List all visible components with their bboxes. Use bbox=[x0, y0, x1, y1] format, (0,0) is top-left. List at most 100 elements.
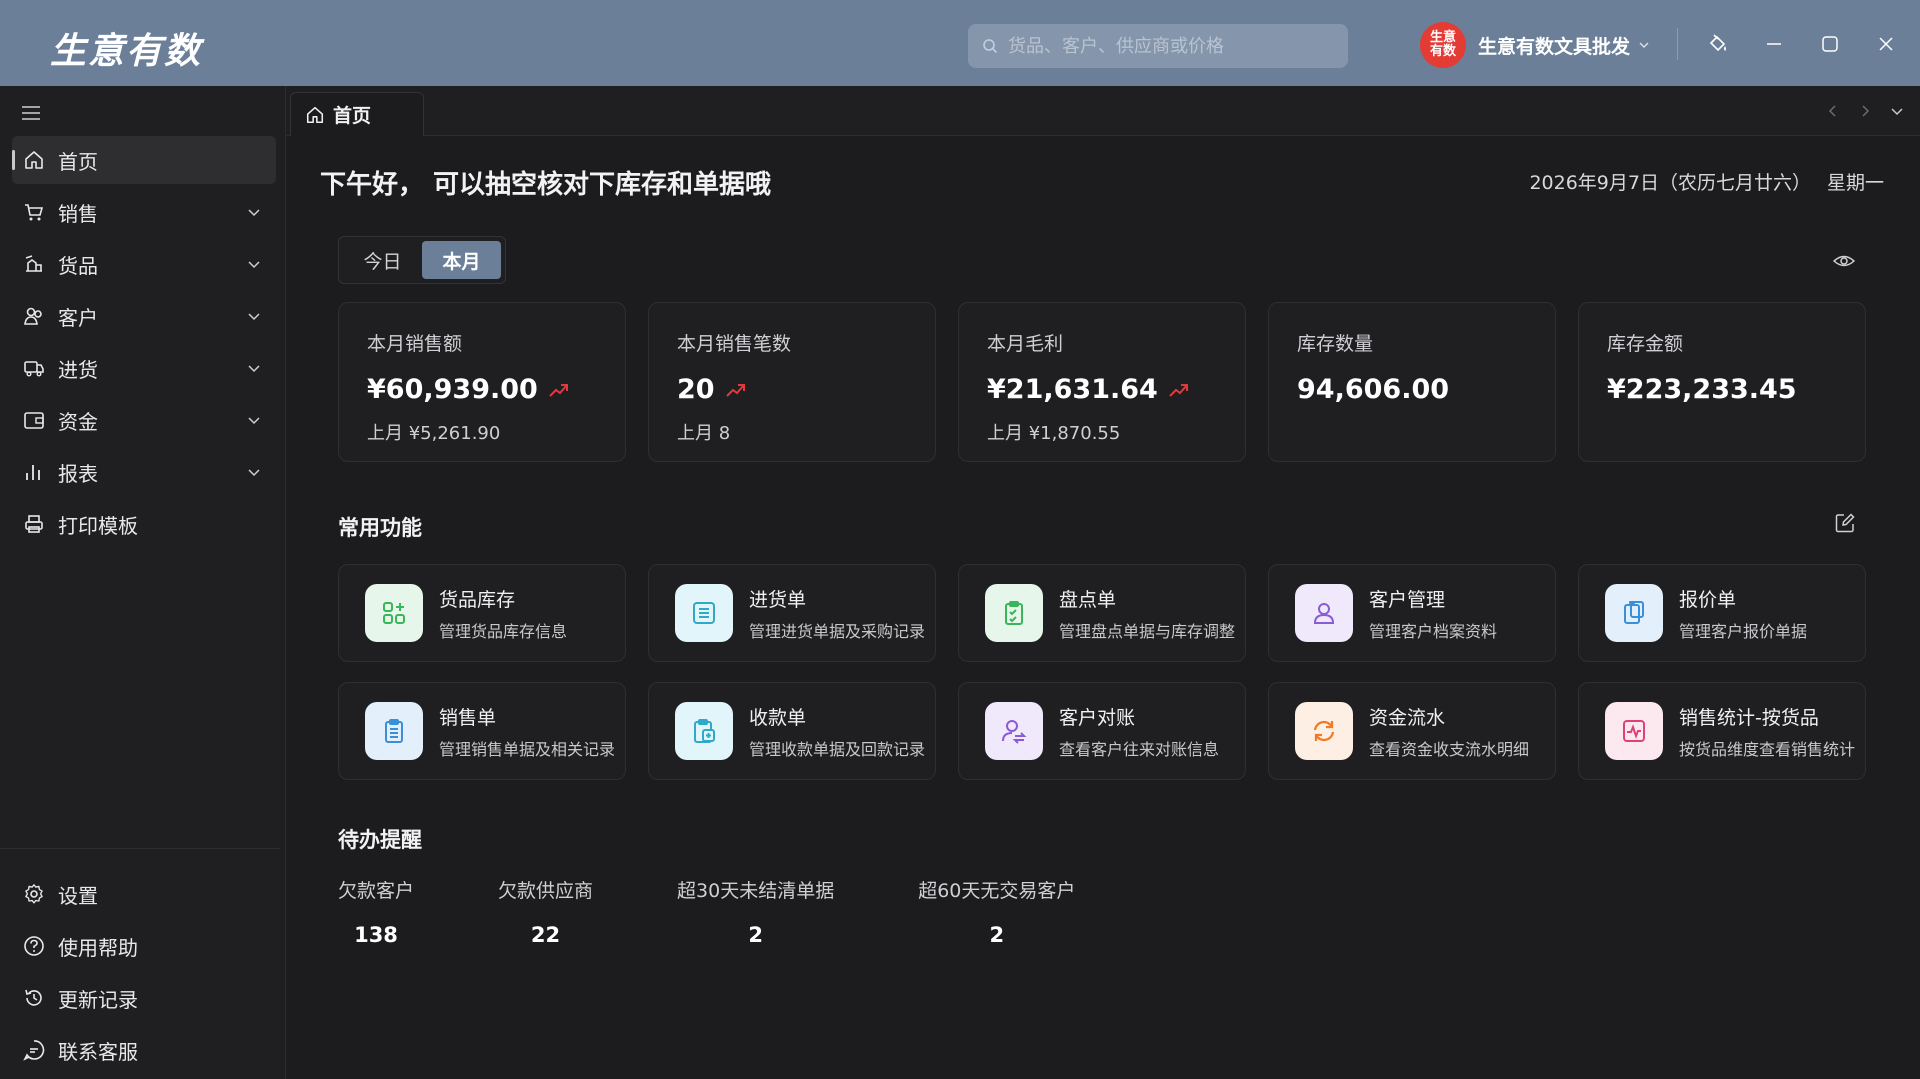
function-customer-reconciliation[interactable]: 客户对账 查看客户往来对账信息 bbox=[958, 682, 1246, 780]
stat-value-row: 20 bbox=[677, 374, 907, 405]
function-desc: 管理客户档案资料 bbox=[1369, 621, 1498, 641]
stat-previous: 上月 8 bbox=[677, 423, 731, 444]
chevron-down-icon[interactable] bbox=[1888, 102, 1906, 120]
todo-title: 待办提醒 bbox=[338, 828, 422, 852]
help-icon bbox=[22, 934, 46, 958]
sidebar-item-purchase[interactable]: 进货 bbox=[12, 344, 276, 392]
sidebar-item-customers[interactable]: 客户 bbox=[12, 292, 276, 340]
stat-value: 94,606.00 bbox=[1297, 374, 1450, 405]
function-text: 销售单 管理销售单据及相关记录 bbox=[439, 703, 617, 760]
function-quotation[interactable]: 报价单 管理客户报价单据 bbox=[1578, 564, 1866, 662]
function-title: 收款单 bbox=[749, 706, 807, 729]
chevron-right-icon[interactable] bbox=[1856, 102, 1874, 120]
main-nav: 首页 销售 货品 客户 进货 资金 报表 打印模板 bbox=[12, 136, 276, 552]
clipboard-list-icon bbox=[365, 702, 423, 760]
sidebar-item-sales[interactable]: 销售 bbox=[12, 188, 276, 236]
function-title: 盘点单 bbox=[1059, 588, 1117, 611]
function-title: 报价单 bbox=[1679, 588, 1737, 611]
sidebar-item-support[interactable]: 联系客服 bbox=[12, 1026, 276, 1074]
todo-item-indebted-customers[interactable]: 欠款客户 138 bbox=[338, 876, 414, 947]
function-desc: 管理客户报价单据 bbox=[1679, 621, 1808, 641]
stat-label: 本月销售笔数 bbox=[677, 333, 792, 355]
menu-toggle-icon[interactable] bbox=[20, 102, 42, 124]
tab-label: 首页 bbox=[333, 105, 372, 127]
period-switch: 今日 本月 bbox=[338, 236, 506, 284]
function-row: 货品库存 管理货品库存信息 进货单 管理进货单据及采购记录 盘点单 管理盘点单据… bbox=[338, 564, 1866, 662]
chevron-down-icon bbox=[248, 209, 260, 217]
stat-value: 20 bbox=[677, 374, 715, 405]
truck-icon bbox=[22, 356, 46, 380]
todo-item-inactive-60d[interactable]: 超60天无交易客户 2 bbox=[918, 876, 1075, 947]
list-document-icon bbox=[675, 584, 733, 642]
function-text: 资金流水 查看资金收支流水明细 bbox=[1369, 703, 1547, 760]
minimize-button[interactable] bbox=[1760, 30, 1788, 58]
close-button[interactable] bbox=[1872, 30, 1900, 58]
function-customer-management[interactable]: 客户管理 管理客户档案资料 bbox=[1268, 564, 1556, 662]
stat-card-month-sales: 本月销售额 ¥60,939.00 上月 ¥5,261.90 bbox=[338, 302, 626, 462]
sidebar-item-settings[interactable]: 设置 bbox=[12, 870, 276, 918]
function-purchase-order[interactable]: 进货单 管理进货单据及采购记录 bbox=[648, 564, 936, 662]
tab-home[interactable]: 首页 bbox=[290, 92, 424, 136]
theme-button[interactable] bbox=[1704, 30, 1732, 58]
sidebar-item-reports[interactable]: 报表 bbox=[12, 448, 276, 496]
divider bbox=[1677, 28, 1678, 60]
maximize-button[interactable] bbox=[1816, 30, 1844, 58]
printer-icon bbox=[22, 512, 46, 536]
eye-icon[interactable] bbox=[1832, 250, 1856, 272]
function-desc: 管理货品库存信息 bbox=[439, 621, 568, 641]
store-logo: 生意有数 bbox=[1420, 22, 1466, 68]
greeting-text: 下午好， 可以抽空核对下库存和单据哦 bbox=[320, 170, 772, 200]
sidebar-item-home[interactable]: 首页 bbox=[12, 136, 276, 184]
account-switcher[interactable]: 生意有数 生意有数文具批发 bbox=[1420, 22, 1650, 68]
clipboard-copy-icon bbox=[1605, 584, 1663, 642]
sidebar: 首页 销售 货品 客户 进货 资金 报表 打印模板 设置 使用帮助 更新记录 联… bbox=[0, 86, 286, 1079]
stat-card-stock-amount: 库存金额 ¥223,233.45 bbox=[1578, 302, 1866, 462]
stat-label: 库存数量 bbox=[1297, 333, 1374, 355]
function-text: 货品库存 管理货品库存信息 bbox=[439, 585, 617, 642]
minimize-icon bbox=[1767, 43, 1781, 45]
goods-icon bbox=[22, 252, 46, 276]
sidebar-item-goods[interactable]: 货品 bbox=[12, 240, 276, 288]
stat-card-month-orders: 本月销售笔数 20 上月 8 bbox=[648, 302, 936, 462]
user-exchange-icon bbox=[985, 702, 1043, 760]
todo-label: 欠款客户 bbox=[338, 880, 415, 902]
stat-previous: 上月 ¥1,870.55 bbox=[987, 423, 1121, 444]
stat-value: ¥60,939.00 bbox=[367, 374, 538, 405]
function-title: 进货单 bbox=[749, 588, 807, 611]
function-goods-stock[interactable]: 货品库存 管理货品库存信息 bbox=[338, 564, 626, 662]
function-desc: 管理收款单据及回款记录 bbox=[749, 739, 926, 759]
search-input[interactable] bbox=[1008, 35, 1328, 57]
sidebar-item-funds[interactable]: 资金 bbox=[12, 396, 276, 444]
tab-strip: 首页 bbox=[286, 86, 1920, 136]
todo-item-indebted-suppliers[interactable]: 欠款供应商 22 bbox=[498, 876, 593, 947]
period-month-button[interactable]: 本月 bbox=[422, 241, 501, 279]
functions-title: 常用功能 bbox=[338, 516, 422, 540]
sidebar-item-help[interactable]: 使用帮助 bbox=[12, 922, 276, 970]
period-today-button[interactable]: 今日 bbox=[343, 241, 422, 279]
sidebar-item-print-templates[interactable]: 打印模板 bbox=[12, 500, 276, 548]
function-receipt[interactable]: 收款单 管理收款单据及回款记录 bbox=[648, 682, 936, 780]
function-text: 盘点单 管理盘点单据与库存调整 bbox=[1059, 585, 1237, 642]
function-stocktake[interactable]: 盘点单 管理盘点单据与库存调整 bbox=[958, 564, 1246, 662]
function-text: 收款单 管理收款单据及回款记录 bbox=[749, 703, 927, 760]
chart-icon bbox=[22, 460, 46, 484]
bottom-nav: 设置 使用帮助 更新记录 联系客服 bbox=[12, 870, 276, 1078]
history-icon bbox=[22, 986, 46, 1010]
chevron-down-icon bbox=[248, 417, 260, 425]
function-text: 客户对账 查看客户往来对账信息 bbox=[1059, 703, 1237, 760]
wallet-icon bbox=[22, 408, 46, 432]
sidebar-item-changelog[interactable]: 更新记录 bbox=[12, 974, 276, 1022]
edit-icon[interactable] bbox=[1834, 512, 1856, 534]
sidebar-item-label: 资金 bbox=[58, 409, 98, 434]
chevron-left-icon[interactable] bbox=[1824, 102, 1842, 120]
refresh-icon bbox=[1295, 702, 1353, 760]
function-text: 客户管理 管理客户档案资料 bbox=[1369, 585, 1547, 642]
global-search[interactable] bbox=[968, 24, 1348, 68]
customer-icon bbox=[22, 304, 46, 328]
stat-label: 本月毛利 bbox=[987, 333, 1064, 355]
function-sales-order[interactable]: 销售单 管理销售单据及相关记录 bbox=[338, 682, 626, 780]
function-sales-stats-by-goods[interactable]: 销售统计-按货品 按货品维度查看销售统计 bbox=[1578, 682, 1866, 780]
chat-icon bbox=[22, 1038, 46, 1062]
todo-item-unsettled-30d[interactable]: 超30天未结清单据 2 bbox=[677, 876, 834, 947]
function-cash-flow[interactable]: 资金流水 查看资金收支流水明细 bbox=[1268, 682, 1556, 780]
